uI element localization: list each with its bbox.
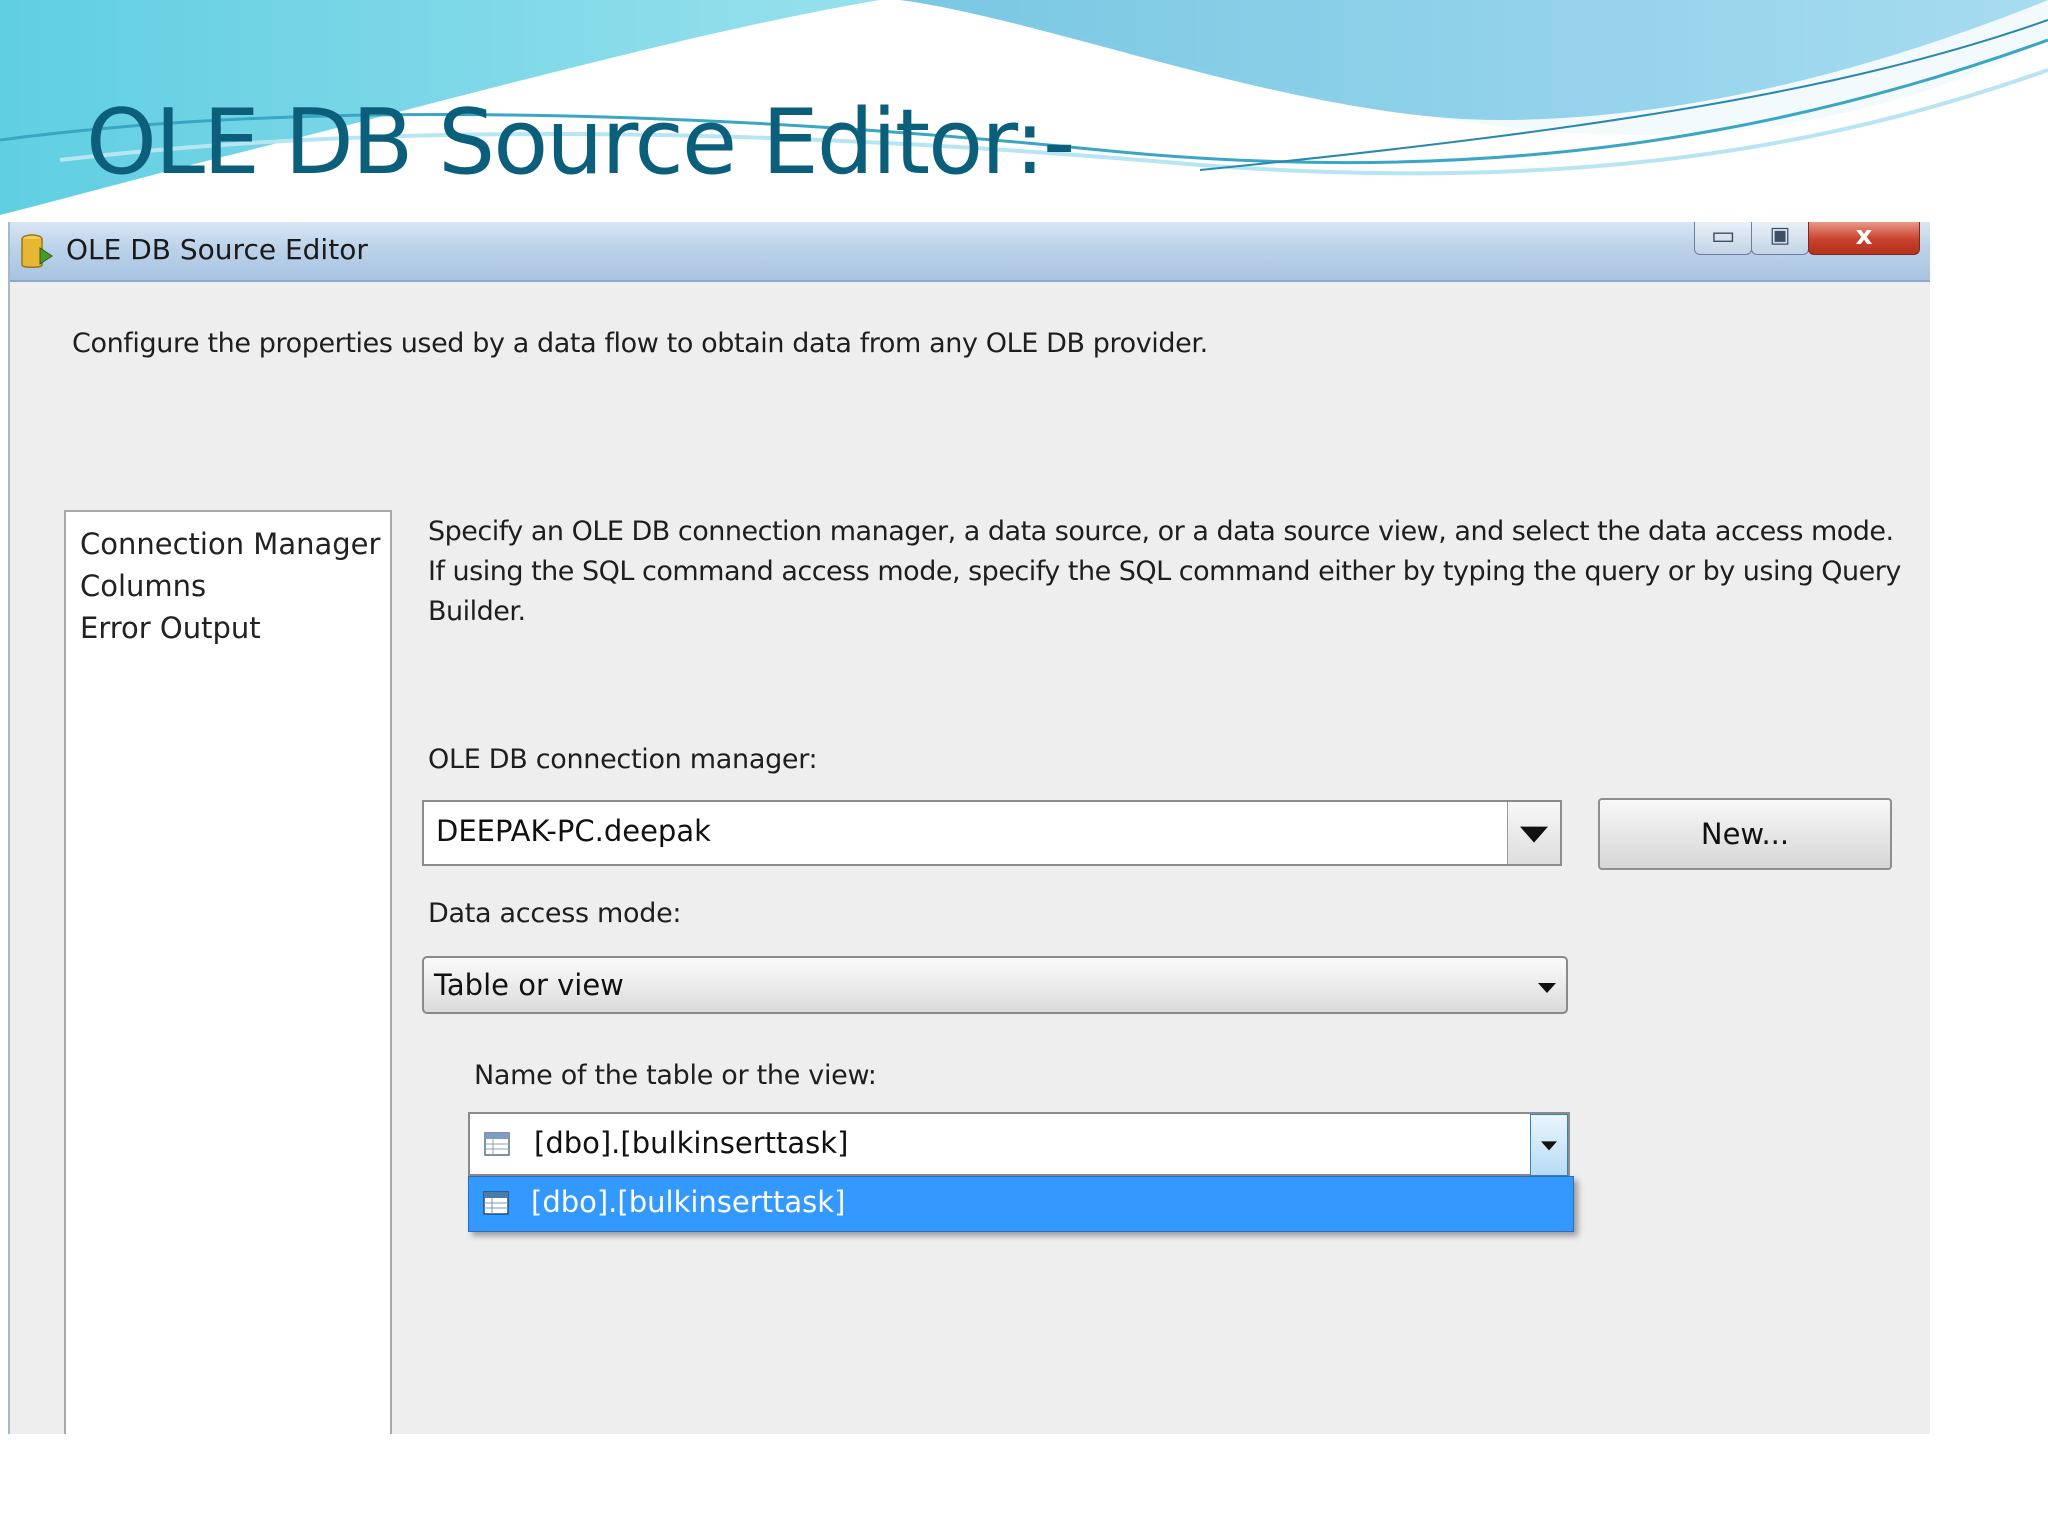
connection-dropdown-button[interactable] [1507, 802, 1560, 864]
maximize-button[interactable]: ▣ [1751, 222, 1809, 255]
table-name-select[interactable]: [dbo].[bulkinserttask] [468, 1112, 1570, 1176]
page-navigation-list: Connection Manager Columns Error Output [64, 510, 392, 1434]
table-icon [483, 1191, 509, 1215]
page-description: Specify an OLE DB connection manager, a … [428, 516, 1901, 627]
database-source-icon [21, 234, 53, 268]
table-option-bulkinserttask[interactable]: [dbo].[bulkinserttask] [531, 1185, 845, 1219]
chevron-down-icon [1541, 1141, 1557, 1151]
connection-manager-label: OLE DB connection manager: [428, 744, 818, 775]
new-connection-button[interactable]: New... [1598, 798, 1892, 870]
table-name-value: [dbo].[bulkinserttask] [534, 1126, 849, 1160]
close-button[interactable]: x [1808, 222, 1920, 255]
table-name-label: Name of the table or the view: [474, 1060, 877, 1091]
minimize-button[interactable]: ▭ [1694, 222, 1752, 255]
window-title: OLE DB Source Editor [66, 233, 368, 266]
nav-item-error-output[interactable]: Error Output [80, 608, 261, 648]
data-access-mode-label: Data access mode: [428, 898, 682, 929]
dialog-titlebar[interactable]: OLE DB Source Editor ▭ ▣ x [10, 222, 1930, 282]
table-icon [484, 1132, 510, 1156]
data-access-mode-value: Table or view [434, 968, 624, 1002]
nav-item-columns[interactable]: Columns [80, 566, 206, 606]
chevron-down-icon [1536, 978, 1558, 996]
dialog-description: Configure the properties used by a data … [72, 328, 1208, 359]
nav-item-connection-manager[interactable]: Connection Manager [80, 524, 380, 564]
minimize-icon: ▭ [1710, 222, 1736, 251]
ole-db-source-editor-dialog: OLE DB Source Editor ▭ ▣ x Configure the… [8, 222, 1930, 1434]
slide-title: OLE DB Source Editor:- [86, 90, 1075, 195]
connection-manager-value: DEEPAK-PC.deepak [436, 814, 711, 848]
table-dropdown-button[interactable] [1530, 1114, 1568, 1176]
maximize-icon: ▣ [1769, 223, 1791, 248]
close-icon: x [1855, 222, 1873, 251]
connection-manager-select[interactable]: DEEPAK-PC.deepak [422, 800, 1562, 866]
data-access-mode-select[interactable]: Table or view [422, 956, 1568, 1014]
table-dropdown-list: [dbo].[bulkinserttask] [468, 1176, 1574, 1232]
chevron-down-icon [1520, 826, 1548, 843]
